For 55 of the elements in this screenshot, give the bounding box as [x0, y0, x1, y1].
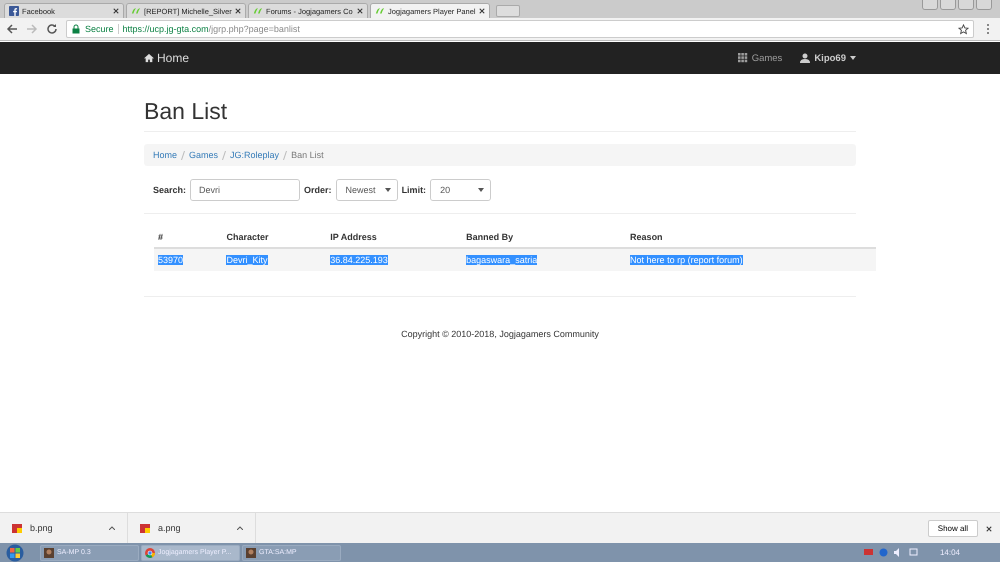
tray-icons[interactable] — [864, 548, 918, 557]
order-label: Order: — [304, 185, 332, 195]
breadcrumb-link[interactable]: Home — [153, 150, 178, 160]
table-cell: 53970 — [158, 255, 184, 265]
user-icon — [800, 53, 810, 63]
reload-icon[interactable] — [46, 23, 58, 35]
limit-dropdown[interactable]: 20 — [430, 179, 492, 201]
url-text: https://ucp.jg-gta.com/jgrp.php?page=banlist — [122, 24, 300, 34]
order-dropdown[interactable]: Newest — [336, 179, 398, 201]
games-link[interactable]: Games — [738, 52, 782, 64]
user-menu[interactable]: Kipo69 — [800, 52, 856, 64]
breadcrumb-current: Ban List — [291, 150, 324, 160]
search-field[interactable]: Devri — [190, 179, 300, 201]
home-icon — [144, 53, 154, 63]
breadcrumb-link[interactable]: Games — [189, 150, 218, 160]
table-cell: Devri_Kity — [226, 255, 268, 265]
show-all-button[interactable]: Show all — [928, 520, 978, 536]
image-file-icon — [140, 524, 150, 532]
caret-icon — [850, 56, 856, 60]
leaf-logo-icon — [375, 6, 385, 16]
clock: 14:04 — [940, 548, 960, 557]
address-bar[interactable]: Secure https://ucp.jg-gta.com/jgrp.php?page=banlist — [66, 20, 974, 38]
leaf-logo-icon — [253, 6, 263, 16]
home-link[interactable]: Home — [144, 51, 190, 65]
grid-icon — [738, 53, 748, 63]
caret-icon — [478, 188, 484, 192]
browser-icon — [145, 548, 155, 558]
chevron-up-icon[interactable] — [237, 526, 243, 530]
breadcrumb-separator — [283, 150, 288, 160]
search-label: Search: — [153, 185, 186, 195]
caret-icon — [384, 188, 391, 192]
table-cell: Not here to rp (report forum) — [630, 255, 743, 265]
start-button[interactable] — [4, 544, 26, 562]
game-icon — [44, 548, 54, 558]
facebook-icon — [9, 6, 19, 16]
copyright-text: Copyright © 2010-2018, Jogjagamers Community — [401, 329, 599, 339]
lock-icon — [71, 24, 81, 34]
breadcrumb-separator — [181, 150, 186, 160]
tab-close-icon[interactable] — [113, 8, 119, 14]
chevron-up-icon[interactable] — [109, 526, 115, 530]
star-icon[interactable] — [958, 24, 969, 34]
back-icon[interactable] — [6, 23, 18, 35]
leaf-logo-icon — [131, 6, 141, 16]
secure-label: Secure — [85, 24, 114, 34]
breadcrumb-link[interactable]: JG:Roleplay — [230, 150, 280, 160]
breadcrumb-separator — [222, 150, 226, 160]
limit-label: Limit: — [402, 185, 426, 195]
tab-close-icon[interactable] — [235, 8, 241, 14]
tab-close-icon[interactable] — [479, 8, 485, 14]
image-file-icon — [12, 524, 22, 532]
tab-close-icon[interactable] — [357, 8, 363, 14]
close-icon[interactable] — [986, 526, 992, 532]
game-icon — [246, 548, 256, 558]
page-title: Ban List — [144, 98, 856, 132]
table-cell: 36.84.225.193 — [330, 255, 388, 265]
